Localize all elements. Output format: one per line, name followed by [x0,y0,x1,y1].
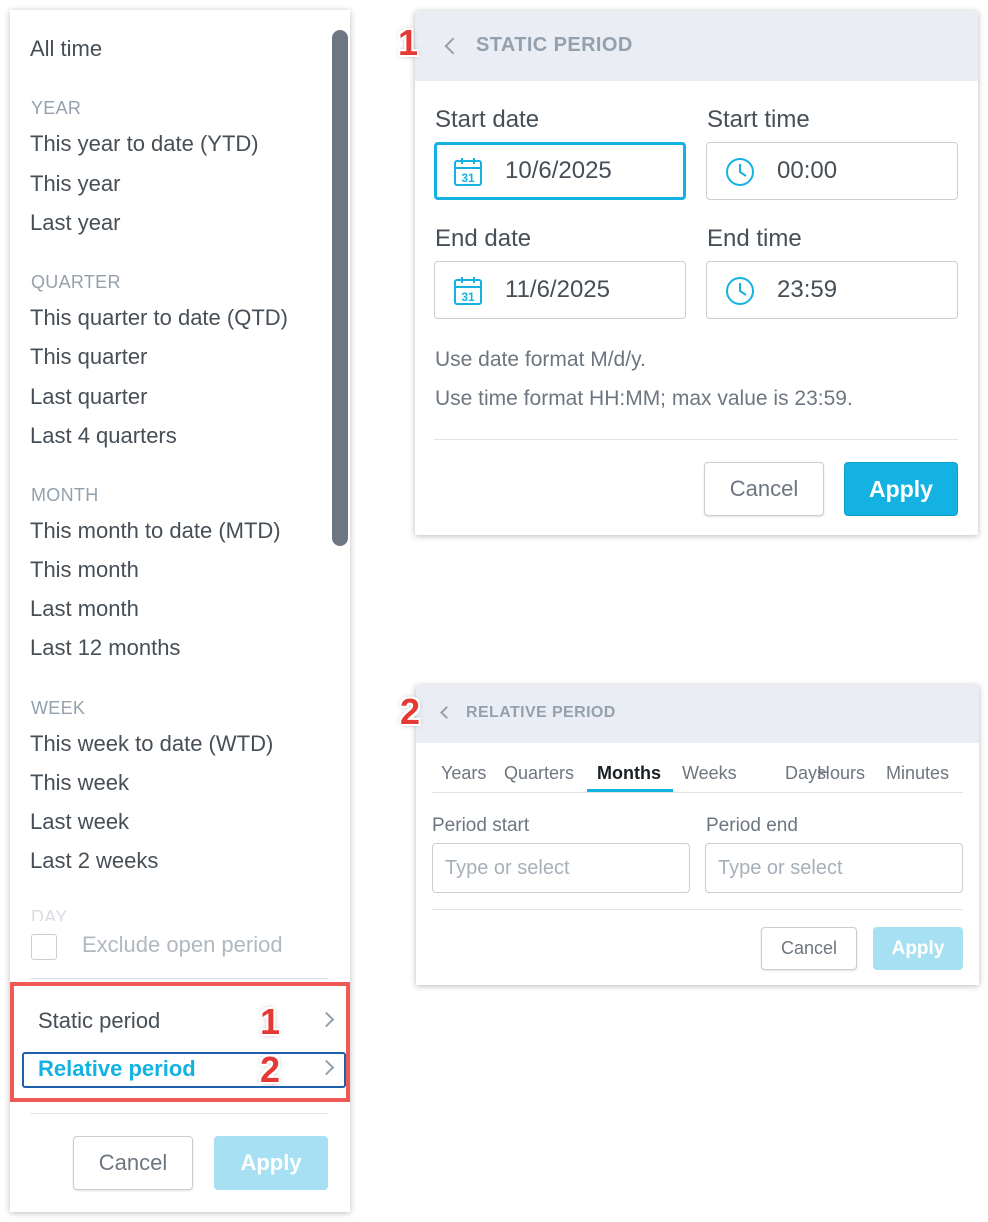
static-period-title: STATIC PERIOD [476,34,633,56]
static-period-option[interactable]: Static period 1 [22,1004,346,1040]
chevron-right-icon [318,1011,335,1028]
static-period-header: STATIC PERIOD [415,11,978,81]
divider [434,439,958,440]
date-filter-dropdown: All time YEAR This year to date (YTD) Th… [10,10,350,1212]
callout-badge-2: 2 [400,691,421,732]
exclude-open-period-label[interactable]: Exclude open period [82,932,283,958]
relative-period-header: RELATIVE PERIOD [416,685,979,743]
calendar-icon-day: 31 [461,171,475,185]
chevron-left-icon[interactable] [440,706,453,719]
option-last-week[interactable]: Last week [30,809,129,835]
section-header-quarter: QUARTER [31,272,121,292]
cancel-button[interactable]: Cancel [761,927,857,970]
static-period-label: Static period [38,1008,161,1033]
option-this-week-to-date[interactable]: This week to date (WTD) [30,731,273,757]
end-date-input[interactable]: 31 11/6/2025 [434,261,686,319]
option-this-year[interactable]: This year [30,171,120,197]
period-start-label: Period start [432,815,530,836]
period-options-highlight: Static period 1 Relative period 2 [10,982,350,1102]
cancel-button[interactable]: Cancel [73,1136,193,1190]
calendar-icon-day: 31 [461,290,475,304]
static-period-panel: STATIC PERIOD Start date Start time 31 1… [415,11,978,535]
chevron-left-icon[interactable] [444,37,462,55]
end-date-value: 11/6/2025 [505,276,610,303]
start-time-label: Start time [707,106,810,133]
section-header-week: WEEK [31,698,86,718]
apply-button[interactable]: Apply [873,927,963,970]
section-header-day: DAY [31,907,68,921]
option-this-year-to-date[interactable]: This year to date (YTD) [30,131,259,157]
divider [432,909,963,910]
relative-period-label: Relative period [38,1056,196,1081]
option-last-12-months[interactable]: Last 12 months [30,635,180,661]
option-all-time[interactable]: All time [30,36,102,62]
end-time-label: End time [707,225,802,252]
section-header-year: YEAR [31,98,82,118]
option-last-4-quarters[interactable]: Last 4 quarters [30,423,177,449]
tab-minutes[interactable]: Minutes [886,763,949,784]
end-time-input[interactable]: 23:59 [706,261,958,319]
exclude-open-period-checkbox[interactable] [31,934,57,960]
time-format-hint: Use time format HH:MM; max value is 23:5… [435,387,853,410]
tab-years[interactable]: Years [441,763,486,784]
option-this-quarter[interactable]: This quarter [30,344,147,370]
relative-period-panel: RELATIVE PERIOD Years Quarters Months We… [416,685,979,985]
apply-button[interactable]: Apply [844,462,958,516]
callout-badge-1: 1 [398,22,419,63]
tab-quarters[interactable]: Quarters [504,763,574,784]
period-end-label: Period end [706,815,798,836]
end-time-value: 23:59 [777,276,838,303]
start-time-input[interactable]: 00:00 [706,142,958,200]
divider [30,978,328,979]
calendar-icon: 31 [453,157,483,192]
period-start-input[interactable] [432,843,690,893]
relative-period-title: RELATIVE PERIOD [466,704,616,721]
option-last-2-weeks[interactable]: Last 2 weeks [30,848,158,874]
callout-badge-1: 1 [260,1001,281,1042]
chevron-right-icon [318,1059,335,1076]
relative-period-option[interactable]: Relative period 2 [22,1052,346,1088]
start-date-value: 10/6/2025 [505,157,612,184]
calendar-icon: 31 [453,276,483,311]
section-header-month: MONTH [31,485,99,505]
option-last-quarter[interactable]: Last quarter [30,384,147,410]
option-this-week[interactable]: This week [30,770,129,796]
scrollbar[interactable] [332,30,348,546]
callout-badge-2: 2 [260,1049,281,1090]
tab-hours[interactable]: Hours [817,763,865,784]
clock-icon [725,276,755,311]
divider [432,792,963,793]
option-this-month-to-date[interactable]: This month to date (MTD) [30,518,281,544]
cancel-button[interactable]: Cancel [704,462,824,516]
date-format-hint: Use date format M/d/y. [435,348,646,371]
divider [30,1113,328,1114]
start-date-input[interactable]: 31 10/6/2025 [434,142,686,200]
option-last-month[interactable]: Last month [30,596,139,622]
option-this-month[interactable]: This month [30,557,139,583]
clock-icon [725,157,755,192]
period-end-input[interactable] [705,843,963,893]
tab-weeks[interactable]: Weeks [682,763,737,784]
end-date-label: End date [435,225,532,252]
option-last-year[interactable]: Last year [30,210,121,236]
start-date-label: Start date [435,106,540,133]
tab-months[interactable]: Months [597,763,661,784]
option-this-quarter-to-date[interactable]: This quarter to date (QTD) [30,305,288,331]
start-time-value: 00:00 [777,157,838,184]
apply-button[interactable]: Apply [214,1136,328,1190]
